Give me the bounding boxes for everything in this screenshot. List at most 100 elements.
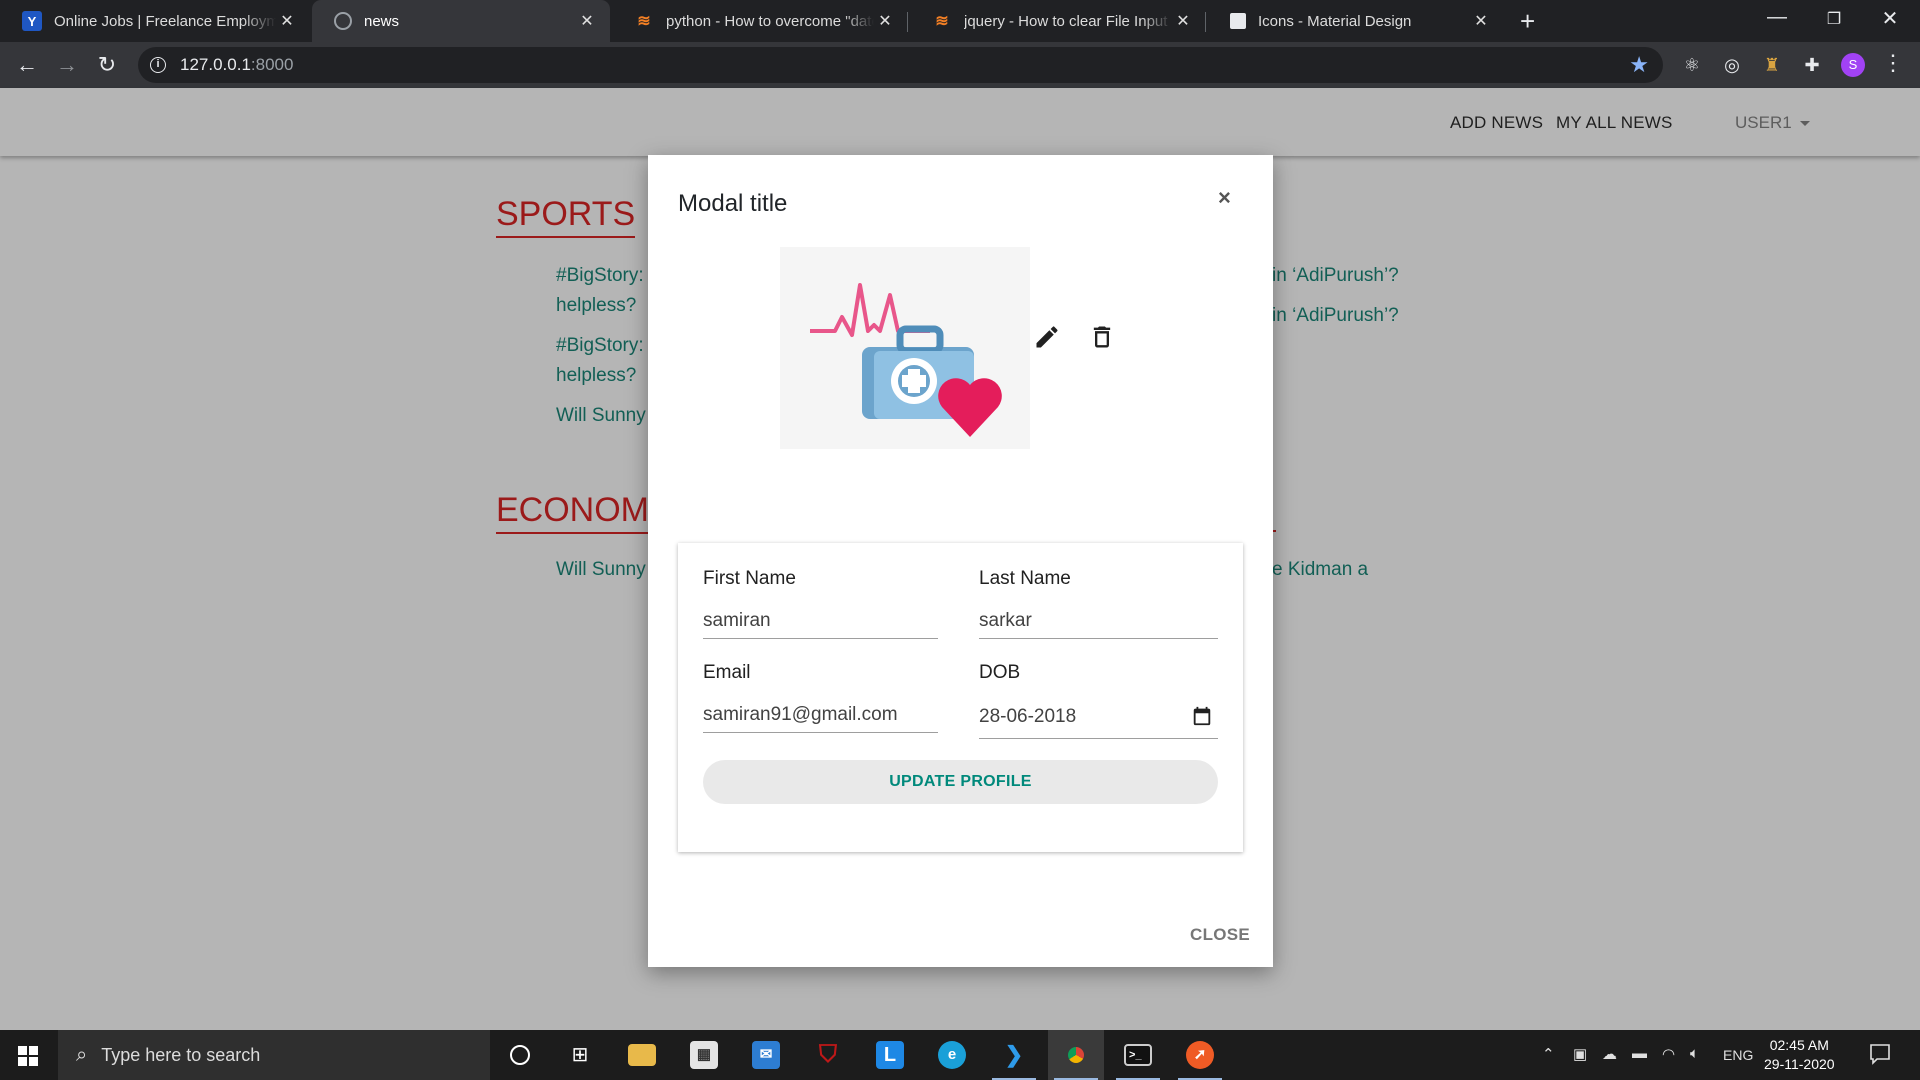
windows-taskbar: ⌕ Type here to search ⊞ ▦ ✉ ⛉ L e ❯ >_ ➚… <box>0 1030 1920 1080</box>
url-host: 127.0.0.1 <box>180 55 251 74</box>
caret-down-icon <box>1799 121 1810 127</box>
mcafee-icon[interactable]: ⛉ <box>800 1030 856 1080</box>
email-label: Email <box>703 662 751 683</box>
taskbar-search-box[interactable]: ⌕ Type here to search <box>58 1030 490 1080</box>
edge-icon[interactable]: e <box>924 1030 980 1080</box>
extension-figure-icon[interactable]: ♜ <box>1761 54 1783 76</box>
window-close-button[interactable]: ✕ <box>1870 6 1910 31</box>
user-label: USER1 <box>1735 113 1792 132</box>
dob-label: DOB <box>979 662 1021 683</box>
modal-title: Modal title <box>678 190 788 217</box>
url-bar[interactable]: i 127.0.0.1:8000 ★ <box>138 47 1663 83</box>
close-button[interactable]: CLOSE <box>1190 925 1250 945</box>
site-navbar: ADD NEWS MY ALL NEWS USER1 <box>0 88 1920 156</box>
dob-date-field[interactable]: 28-06-2018 <box>979 706 1218 739</box>
browser-tab-bar: Y Online Jobs | Freelance Employment ✕ n… <box>0 0 1920 42</box>
modal-close-icon[interactable]: × <box>1218 185 1231 211</box>
clock-time: 02:45 AM <box>1769 1037 1829 1053</box>
store-icon[interactable]: ▦ <box>676 1030 732 1080</box>
onedrive-icon[interactable]: ☁ <box>1602 1045 1617 1063</box>
tab-title: news <box>364 12 400 30</box>
tab-title: Icons - Material Design <box>1258 12 1412 30</box>
news-link[interactable]: Will Sunny <box>556 555 646 585</box>
email-field[interactable]: samiran91@gmail.com <box>703 704 938 733</box>
tab-title: jquery - How to clear File Input - Sta <box>964 12 1172 30</box>
news-link[interactable]: e Kidman a <box>1272 555 1368 585</box>
react-devtools-icon[interactable]: ⚛ <box>1681 54 1703 76</box>
material-icon <box>1230 13 1246 29</box>
bookmark-star-icon[interactable]: ★ <box>1629 52 1649 78</box>
terminal-icon[interactable]: >_ <box>1110 1030 1166 1080</box>
upwork-icon: Y <box>22 11 42 31</box>
show-hidden-icons-icon[interactable]: ⌃ <box>1542 1045 1555 1063</box>
news-link[interactable]: #BigStory: helpless? <box>556 261 644 321</box>
stackoverflow-icon: ≋ <box>935 13 949 30</box>
globe-icon <box>334 12 352 30</box>
notifications-icon[interactable] <box>1868 1042 1892 1066</box>
windows-start-icon[interactable] <box>18 1046 38 1066</box>
browser-menu-icon[interactable]: ⋮ <box>1882 50 1904 76</box>
chrome-icon[interactable] <box>1048 1030 1104 1080</box>
close-tab-icon[interactable]: ✕ <box>576 11 598 31</box>
news-link[interactable]: in ‘AdiPurush’? <box>1272 301 1399 331</box>
vscode-icon[interactable]: ❯ <box>986 1030 1042 1080</box>
tab-title: Online Jobs | Freelance Employment <box>54 12 276 30</box>
my-all-news-link[interactable]: MY ALL NEWS <box>1556 113 1673 133</box>
section-title-sports: SPORTS <box>496 195 636 238</box>
stackoverflow-icon: ≋ <box>637 13 651 30</box>
close-tab-icon[interactable]: ✕ <box>276 11 298 31</box>
calendar-icon[interactable] <box>1191 705 1213 727</box>
file-explorer-icon[interactable] <box>614 1030 670 1080</box>
new-tab-button[interactable]: + <box>1520 7 1535 35</box>
tab-upwork[interactable]: Y Online Jobs | Freelance Employment ✕ <box>0 0 310 42</box>
tab-news[interactable]: news ✕ <box>312 0 610 42</box>
forward-icon[interactable]: → <box>52 50 82 80</box>
address-bar-row: ← → ↻ i 127.0.0.1:8000 ★ ⚛ ◎ ♜ ✚ S ⋮ <box>0 42 1920 88</box>
dob-value: 28-06-2018 <box>979 706 1077 727</box>
site-info-icon[interactable]: i <box>150 57 166 73</box>
close-tab-icon[interactable]: ✕ <box>1172 11 1194 31</box>
battery-icon[interactable]: ▬ <box>1632 1045 1647 1062</box>
delete-trash-icon[interactable] <box>1088 323 1116 351</box>
extensions-puzzle-icon[interactable]: ✚ <box>1801 54 1823 76</box>
section-title-economy: ECONOMY <box>496 491 672 534</box>
news-link[interactable]: #BigStory: helpless? <box>556 331 644 391</box>
edit-pencil-icon[interactable] <box>1033 323 1061 351</box>
tab-stackoverflow-python[interactable]: ≋ python - How to overcome "datetime ✕ <box>612 0 908 42</box>
restore-button[interactable]: ❐ <box>1814 9 1854 29</box>
profile-modal: Modal title × First Name samiran Last Na… <box>648 155 1273 967</box>
clock[interactable]: 02:45 AM 29-11-2020 <box>1764 1036 1835 1074</box>
close-tab-icon[interactable]: ✕ <box>1470 11 1492 31</box>
last-name-label: Last Name <box>979 568 1071 589</box>
postman-icon[interactable]: ➚ <box>1172 1030 1228 1080</box>
cortana-icon[interactable] <box>492 1030 548 1080</box>
volume-icon[interactable]: 🔈︎ <box>1690 1045 1699 1062</box>
extension-circle-icon[interactable]: ◎ <box>1721 54 1743 76</box>
first-name-label: First Name <box>703 568 796 589</box>
close-tab-icon[interactable]: ✕ <box>874 11 896 31</box>
first-name-field[interactable]: samiran <box>703 610 938 639</box>
last-name-field[interactable]: sarkar <box>979 610 1218 639</box>
task-view-icon[interactable]: ⊞ <box>552 1030 608 1080</box>
add-news-link[interactable]: ADD NEWS <box>1450 113 1543 133</box>
back-icon[interactable]: ← <box>12 50 42 80</box>
tab-material-icons[interactable]: Icons - Material Design ✕ <box>1208 0 1504 42</box>
news-link[interactable]: Will Sunny <box>556 401 646 431</box>
profile-avatar[interactable]: S <box>1841 53 1865 77</box>
clock-date: 29-11-2020 <box>1764 1056 1835 1072</box>
news-link[interactable]: in ‘AdiPurush’? <box>1272 261 1399 291</box>
tab-stackoverflow-jquery[interactable]: ≋ jquery - How to clear File Input - Sta… <box>910 0 1206 42</box>
tab-title: python - How to overcome "datetime <box>666 12 874 30</box>
profile-image <box>780 247 1030 449</box>
profile-form-card: First Name samiran Last Name sarkar Emai… <box>678 543 1243 852</box>
meet-now-icon[interactable]: ▣ <box>1573 1045 1587 1063</box>
minimize-button[interactable]: — <box>1757 6 1797 29</box>
search-placeholder: Type here to search <box>101 1044 261 1065</box>
mail-icon[interactable]: ✉ <box>738 1030 794 1080</box>
user-dropdown[interactable]: USER1 <box>1735 113 1810 133</box>
app-l-icon[interactable]: L <box>862 1030 918 1080</box>
reload-icon[interactable]: ↻ <box>92 50 122 80</box>
language-indicator[interactable]: ENG <box>1723 1047 1753 1063</box>
wifi-icon[interactable]: ◠ <box>1662 1045 1675 1063</box>
update-profile-button[interactable]: UPDATE PROFILE <box>703 760 1218 804</box>
